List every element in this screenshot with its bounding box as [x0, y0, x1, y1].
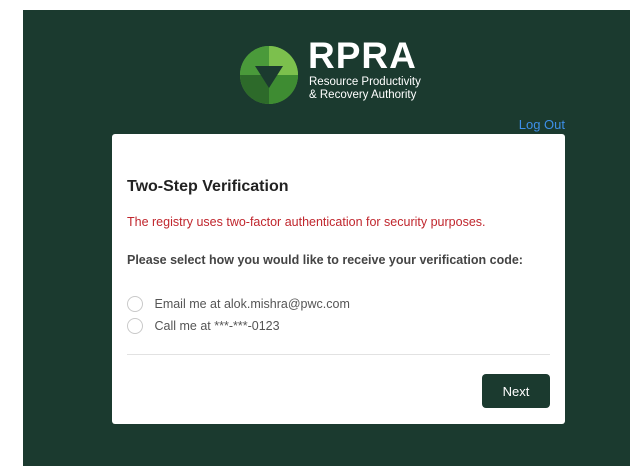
logo-subtitle: Resource Productivity & Recovery Authori… — [309, 76, 421, 102]
divider — [127, 354, 550, 355]
call-option-label[interactable]: Call me at ***-***-0123 — [154, 319, 279, 333]
logo-subtitle-line2: & Recovery Authority — [309, 89, 417, 101]
call-radio[interactable] — [127, 318, 143, 334]
next-button[interactable]: Next — [482, 374, 550, 408]
logo-subtitle-line1: Resource Productivity — [309, 76, 421, 88]
rpra-logo-mark-icon — [240, 46, 298, 104]
verification-card: Two-Step Verification The registry uses … — [112, 134, 565, 424]
option-call[interactable]: Call me at ***-***-0123 — [127, 318, 280, 334]
email-option-label[interactable]: Email me at alok.mishra@pwc.com — [154, 297, 349, 311]
page-title: Two-Step Verification — [127, 178, 289, 195]
rpra-logo: RPRA Resource Productivity & Recovery Au… — [238, 36, 478, 120]
verification-prompt: Please select how you would like to rece… — [127, 253, 523, 267]
email-radio[interactable] — [127, 296, 143, 312]
top-links: Log Out — [517, 117, 565, 133]
option-email[interactable]: Email me at alok.mishra@pwc.com — [127, 296, 350, 312]
app-screen: RPRA Resource Productivity & Recovery Au… — [23, 10, 630, 466]
logo-acronym: RPRA — [308, 35, 417, 76]
security-notice: The registry uses two-factor authenticat… — [127, 215, 486, 229]
logout-link[interactable]: Log Out — [519, 117, 565, 132]
